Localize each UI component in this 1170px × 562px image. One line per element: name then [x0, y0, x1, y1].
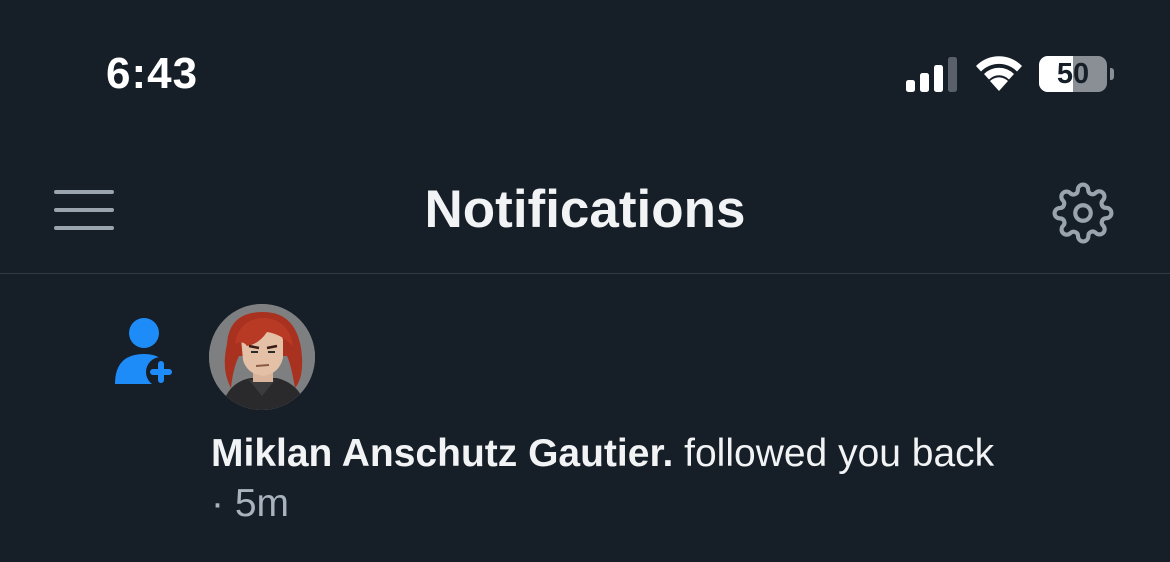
notification-action-text: followed you back	[673, 432, 995, 475]
page-title: Notifications	[424, 180, 746, 239]
battery-body: 50	[1039, 56, 1107, 92]
battery-indicator: 50	[1039, 56, 1114, 92]
notification-user-name[interactable]: Miklan Anschutz Gautier.	[211, 432, 673, 475]
wifi-icon	[976, 56, 1022, 91]
signal-bar-2	[920, 73, 929, 92]
app-screen: 6:43 50 Notifications Miklan Anschutz Ga…	[0, 0, 1170, 562]
gear-icon	[1052, 182, 1114, 244]
hamburger-menu-icon	[54, 190, 114, 230]
cellular-signal-icon	[906, 57, 957, 92]
notifications-header: Notifications	[0, 150, 1170, 274]
red-haired-character-avatar	[209, 304, 315, 410]
menu-button[interactable]	[48, 180, 120, 240]
person-add-icon	[115, 318, 176, 387]
notification-text: Miklan Anschutz Gautier. followed you ba…	[211, 429, 1131, 529]
user-avatar[interactable]	[209, 304, 315, 410]
status-bar: 6:43 50	[0, 0, 1170, 150]
notification-timestamp: · 5m	[211, 482, 289, 525]
battery-level-label: 50	[1056, 58, 1090, 90]
notification-item[interactable]: Miklan Anschutz Gautier. followed you ba…	[0, 274, 1170, 562]
signal-bar-4	[948, 57, 957, 92]
signal-bar-3	[934, 65, 943, 92]
signal-bar-1	[906, 80, 915, 92]
settings-button[interactable]	[1052, 182, 1114, 244]
battery-cap	[1110, 68, 1114, 80]
status-time: 6:43	[106, 49, 199, 98]
